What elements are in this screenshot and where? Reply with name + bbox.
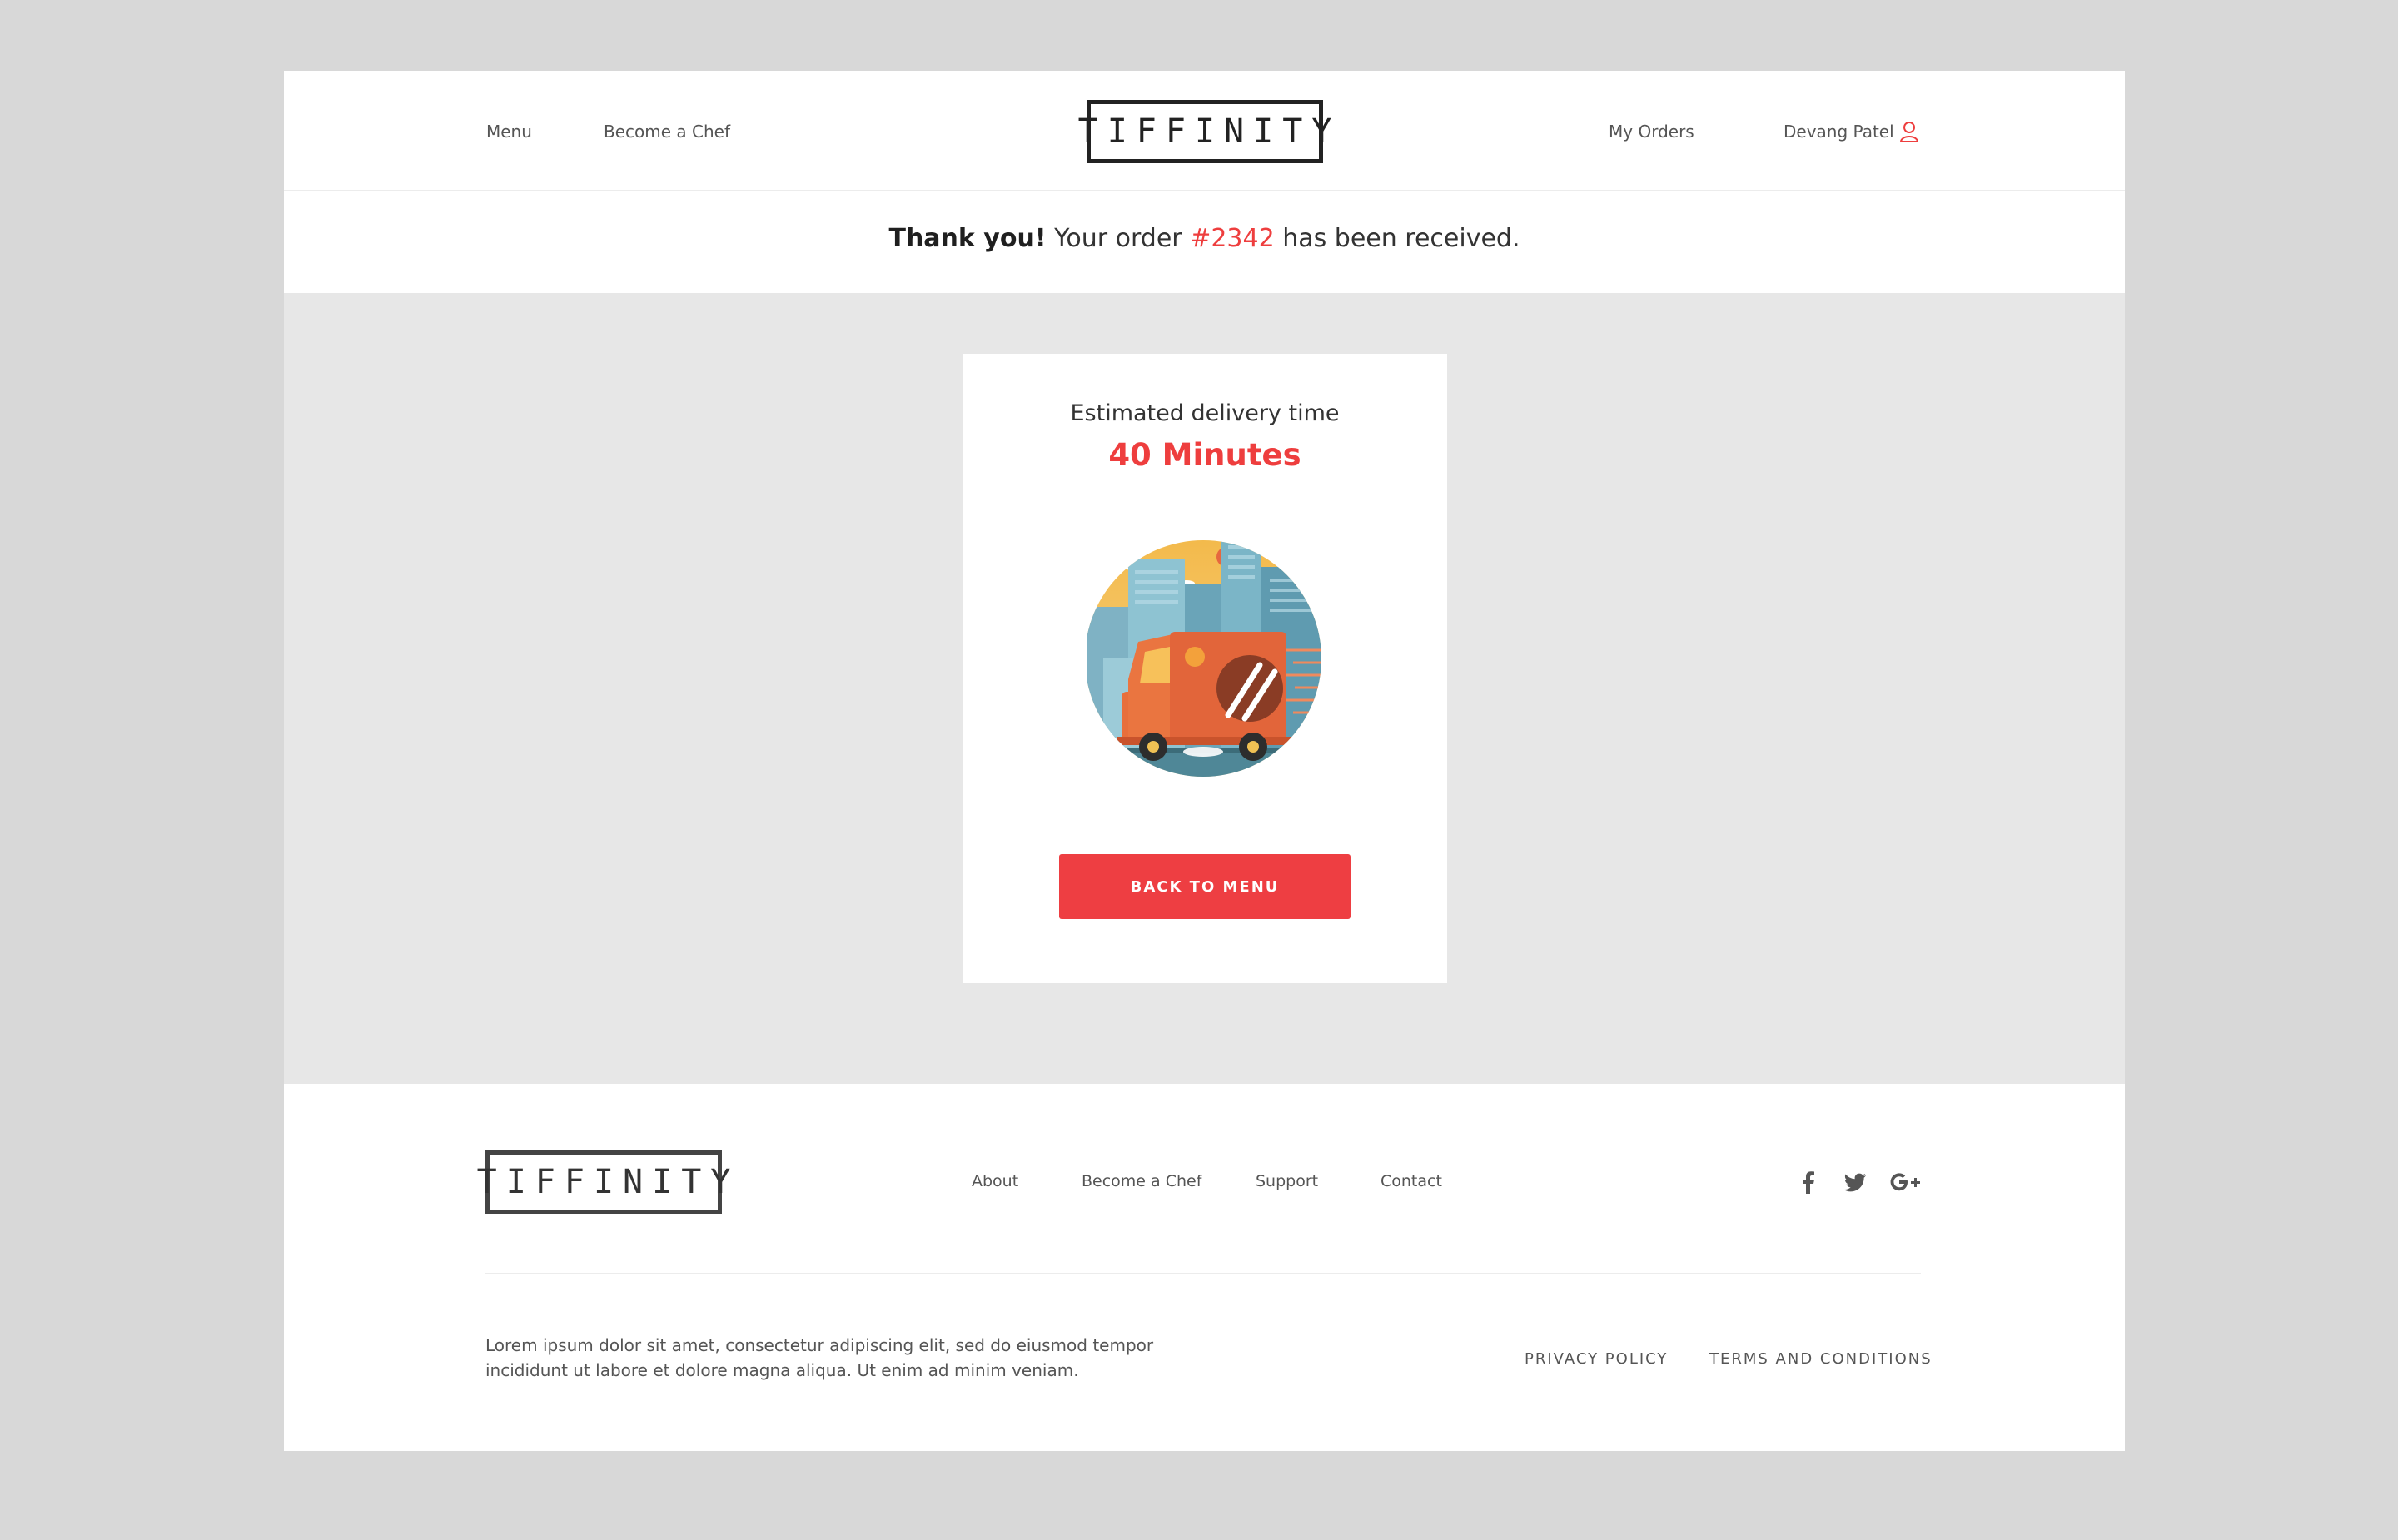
footer-description: Lorem ipsum dolor sit amet, consectetur … <box>485 1335 1154 1380</box>
footer-logo-text: TIFFINITY <box>476 1163 740 1201</box>
footer-logo[interactable]: TIFFINITY <box>477 1150 730 1214</box>
header-logo[interactable]: TIFFINITY <box>1078 100 1331 163</box>
google-plus-icon[interactable] <box>1889 1170 1923 1195</box>
privacy-policy-link[interactable]: PRIVACY POLICY <box>1525 1350 1668 1368</box>
thanks-text: Thank you! <box>888 224 1047 253</box>
page-frame: Menu Become a Chef TIFFINITY My Orders D… <box>284 71 2125 1451</box>
order-suffix-text: has been received. <box>1282 224 1520 253</box>
logo-text: TIFFINITY <box>1077 112 1341 151</box>
terms-conditions-link[interactable]: TERMS AND CONDITIONS <box>1709 1350 1933 1368</box>
facebook-icon[interactable] <box>1796 1170 1821 1195</box>
nav-menu-link[interactable]: Menu <box>486 121 532 142</box>
footer-support-link[interactable]: Support <box>1256 1172 1318 1190</box>
footer-contact-link[interactable]: Contact <box>1381 1172 1442 1190</box>
delivery-truck-illustration <box>1087 540 1321 777</box>
main-content: Estimated delivery time 40 Minutes BACK … <box>284 293 2125 1122</box>
user-icon[interactable] <box>1899 121 1919 142</box>
site-header: Menu Become a Chef TIFFINITY My Orders D… <box>284 71 2125 191</box>
user-name-link[interactable]: Devang Patel <box>1784 121 1894 142</box>
footer-about-link[interactable]: About <box>972 1172 1018 1190</box>
back-to-menu-button[interactable]: BACK TO MENU <box>1059 854 1351 919</box>
delivery-card: Estimated delivery time 40 Minutes BACK … <box>963 354 1447 983</box>
twitter-icon[interactable] <box>1843 1170 1868 1195</box>
footer-become-chef-link[interactable]: Become a Chef <box>1082 1172 1201 1190</box>
my-orders-link[interactable]: My Orders <box>1609 121 1694 142</box>
delivery-time-value: 40 Minutes <box>1108 437 1301 473</box>
order-confirmation-message: Thank you! Your order #2342 has been rec… <box>284 224 2125 253</box>
nav-become-chef-link[interactable]: Become a Chef <box>604 121 730 142</box>
order-prefix-text: Your order <box>1054 224 1182 253</box>
delivery-time-label: Estimated delivery time <box>1070 400 1340 426</box>
footer-divider <box>485 1273 1921 1274</box>
site-footer: TIFFINITY About Become a Chef Support Co… <box>284 1084 2125 1451</box>
order-number: #2342 <box>1190 224 1275 253</box>
